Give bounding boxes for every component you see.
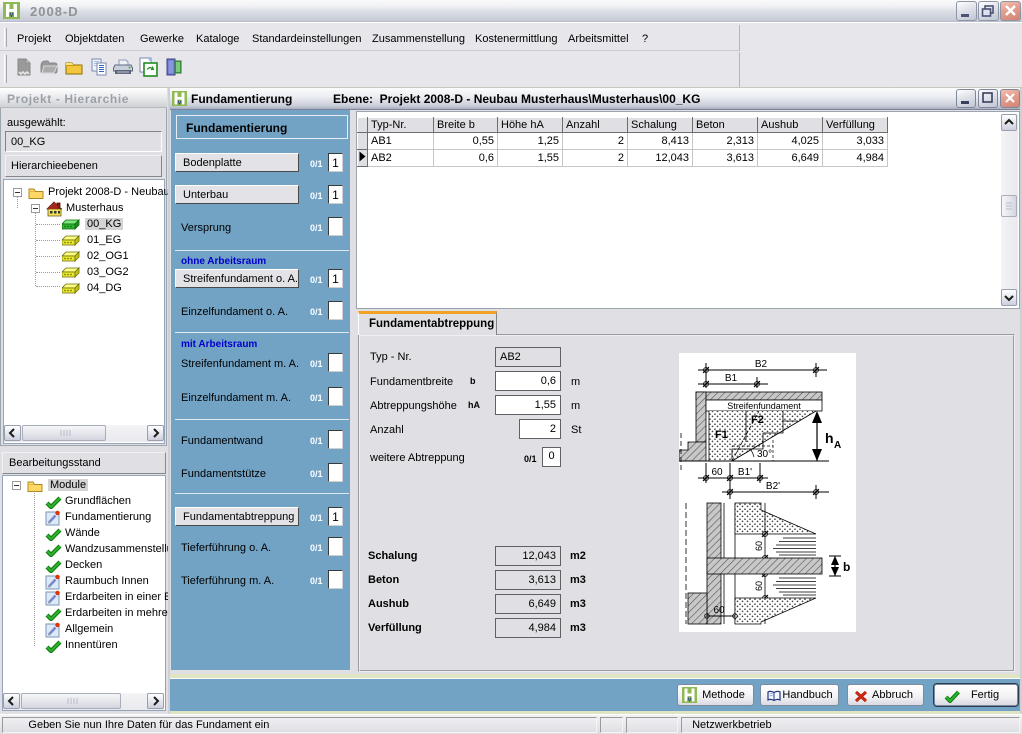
svg-text:30°: 30°	[757, 449, 772, 460]
svg-text:A: A	[834, 440, 841, 451]
svg-text:60: 60	[754, 581, 764, 591]
svg-text:B1: B1	[725, 373, 738, 384]
svg-text:M: M	[687, 698, 692, 704]
svg-text:M: M	[9, 13, 14, 19]
svg-text:B2: B2	[755, 359, 768, 370]
svg-text:Streifenfundament: Streifenfundament	[727, 401, 801, 411]
svg-text:B1': B1'	[738, 467, 752, 478]
svg-text:B2': B2'	[766, 481, 780, 492]
svg-text:b: b	[843, 560, 850, 574]
svg-text:60: 60	[713, 605, 725, 616]
svg-text:60: 60	[754, 541, 764, 551]
svg-text:60: 60	[711, 467, 723, 478]
svg-text:F2: F2	[751, 414, 764, 426]
svg-text:M: M	[177, 101, 182, 107]
svg-text:h: h	[825, 430, 834, 446]
svg-text:F1: F1	[715, 429, 728, 441]
